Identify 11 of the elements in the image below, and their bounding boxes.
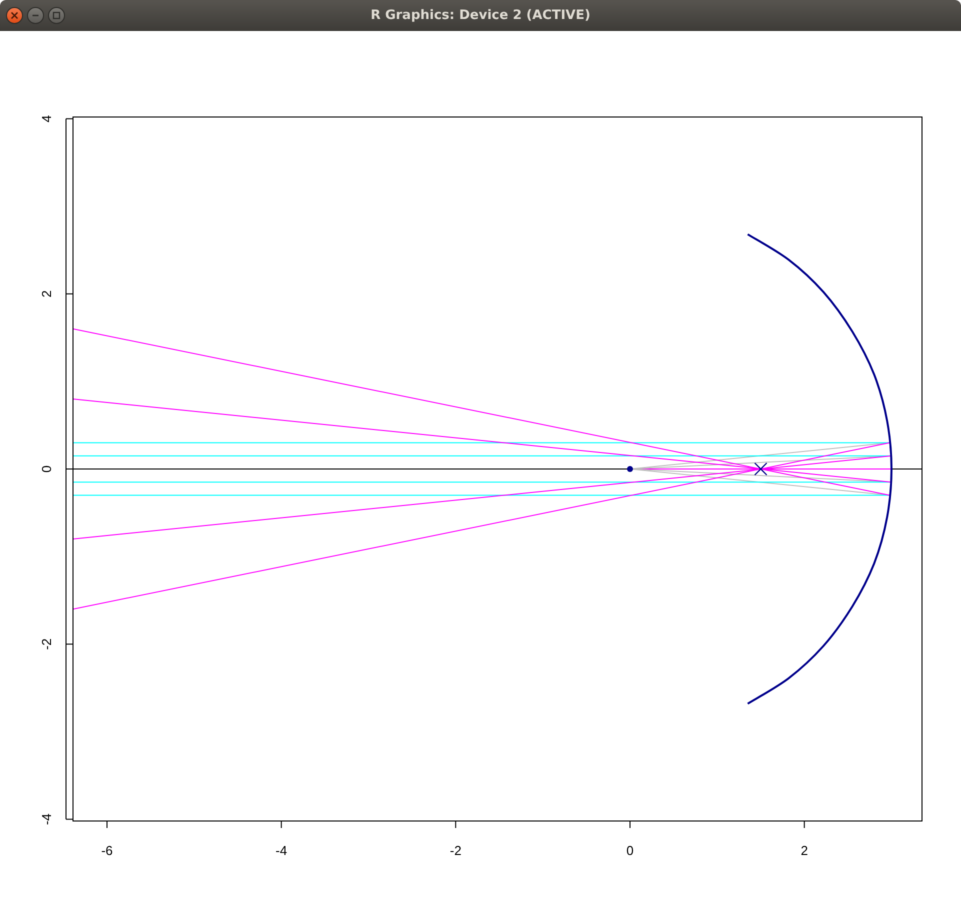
tick-label: -6: [101, 843, 113, 858]
tick-label: -4: [39, 813, 54, 826]
tick-label: 0: [626, 843, 634, 858]
tick-label: -2: [39, 638, 54, 650]
window-title: R Graphics: Device 2 (ACTIVE): [370, 8, 590, 23]
tick-label: 0: [39, 465, 54, 473]
tick-label: -4: [276, 843, 288, 858]
tick-label: -2: [450, 843, 462, 858]
tick-label: 2: [800, 843, 808, 858]
tick-label: 4: [39, 115, 54, 122]
tick-label: 2: [39, 290, 54, 298]
